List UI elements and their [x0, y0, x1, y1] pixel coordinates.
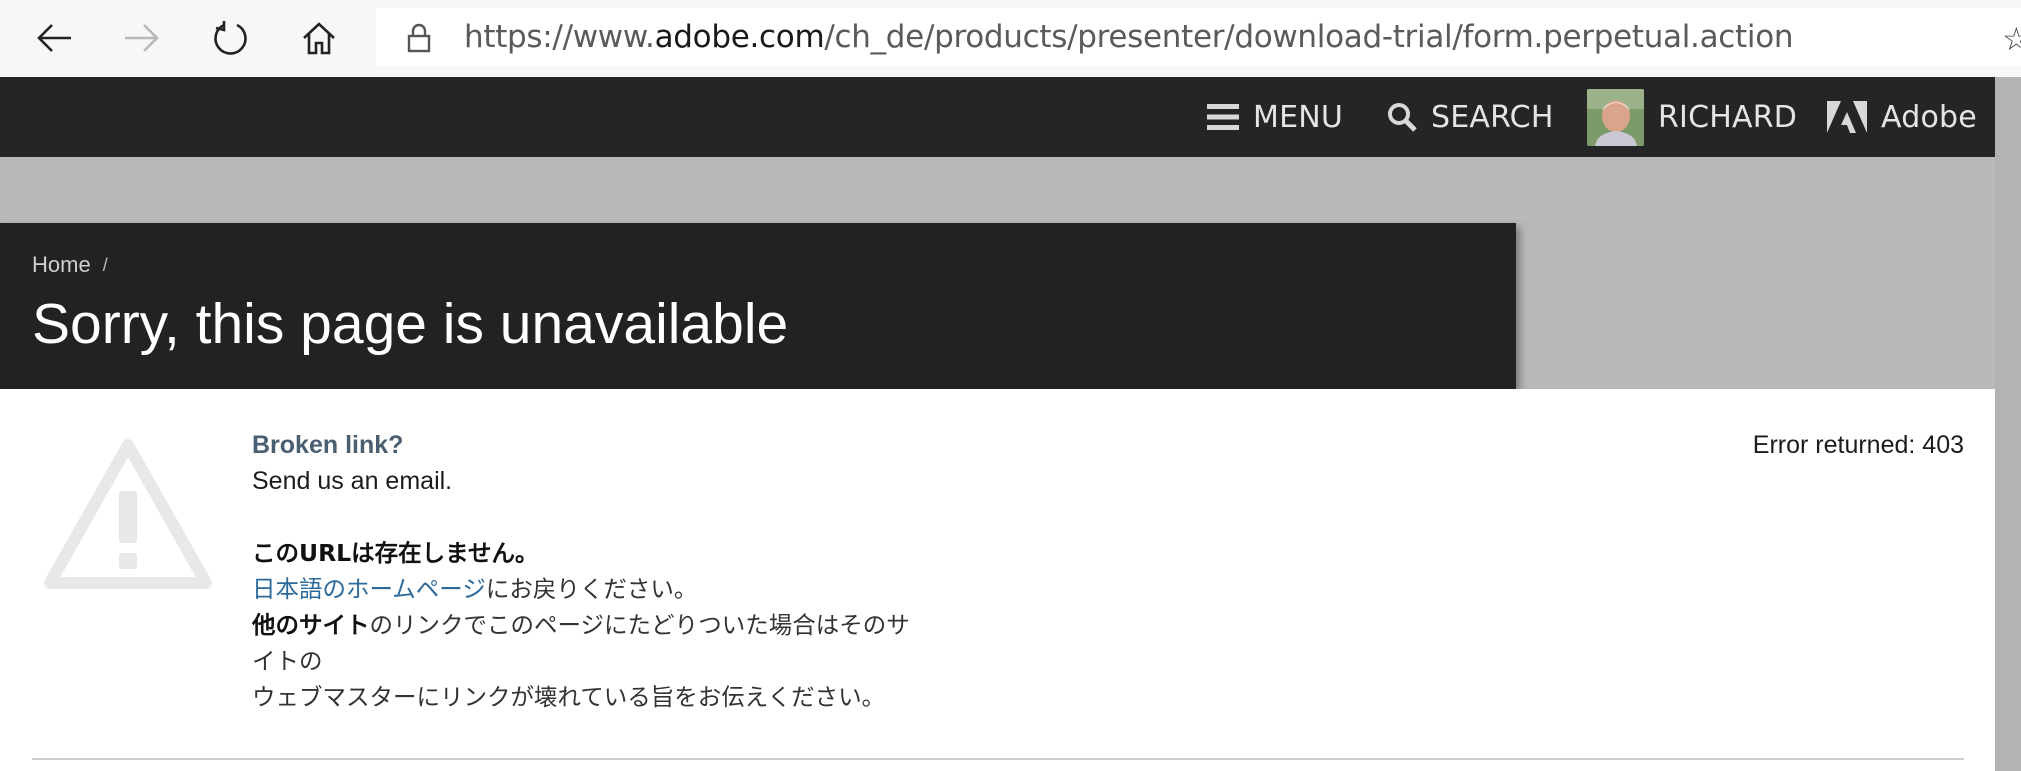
error-message: Broken link? Send us an email. このURLは存在し… [252, 427, 1012, 715]
home-button[interactable] [290, 10, 348, 66]
browser-toolbar: https://www.adobe.com/ch_de/products/pre… [0, 0, 2021, 78]
jp-home-link[interactable]: 日本語のホームページ [252, 575, 486, 603]
adobe-home-link[interactable]: Adobe [1827, 77, 1977, 157]
send-email-link[interactable]: Send us an email. [252, 463, 1012, 499]
user-name: RICHARD [1658, 99, 1798, 135]
breadcrumb: Home / [32, 252, 108, 278]
adobe-label: Adobe [1881, 99, 1977, 135]
jp-message: このURLは存在しません。 日本語のホームページにお戻りください。 他のサイトの… [252, 535, 1012, 715]
avatar [1587, 88, 1644, 146]
jp-line4: イトの [252, 647, 323, 675]
user-profile-button[interactable]: RICHARD [1587, 77, 1797, 157]
lock-icon [407, 23, 431, 53]
home-icon [303, 22, 335, 55]
site-header: MENU SEARCH RICHARD Adobe [0, 77, 1995, 157]
refresh-button[interactable] [202, 10, 260, 66]
back-arrow-icon [37, 24, 71, 52]
search-button[interactable]: SEARCH [1387, 77, 1554, 157]
jp-heading: このURLは存在しません。 [252, 539, 539, 567]
url-domain: adobe.com [654, 19, 825, 55]
avatar-image [1587, 88, 1644, 146]
refresh-icon [214, 21, 247, 55]
divider [32, 758, 1964, 760]
forward-button[interactable] [112, 10, 170, 66]
jp-line5: ウェブマスターにリンクが壊れている旨をお伝えください。 [252, 683, 886, 711]
search-label: SEARCH [1431, 99, 1554, 135]
warning-icon [44, 439, 212, 589]
back-button[interactable] [26, 10, 84, 66]
menu-label: MENU [1253, 99, 1344, 135]
url-prefix: https://www. [464, 19, 655, 55]
forward-arrow-icon [125, 24, 159, 52]
address-bar[interactable]: https://www.adobe.com/ch_de/products/pre… [376, 8, 2021, 66]
error-code: Error returned: 403 [1752, 431, 1964, 459]
menu-icon [1207, 104, 1239, 130]
menu-button[interactable]: MENU [1207, 77, 1343, 157]
breadcrumb-home-link[interactable]: Home [32, 252, 91, 278]
jp-other-site: 他のサイト [252, 611, 370, 639]
favorite-star-icon[interactable]: ☆ [2002, 20, 2021, 58]
jp-home-suffix: にお戻りください。 [485, 575, 698, 603]
search-icon [1388, 103, 1417, 132]
url-path: /ch_de/products/presenter/download-trial… [824, 19, 1794, 55]
page-title: Sorry, this page is unavailable [32, 292, 789, 356]
url-text: https://www.adobe.com/ch_de/products/pre… [464, 19, 1794, 55]
breadcrumb-separator: / [102, 254, 108, 275]
jp-line3: のリンクでこのページにたどりついた場合はそのサ [369, 611, 910, 639]
broken-link-heading: Broken link? [252, 431, 404, 459]
adobe-logo-icon [1827, 101, 1867, 133]
page-edge [1995, 77, 2021, 771]
